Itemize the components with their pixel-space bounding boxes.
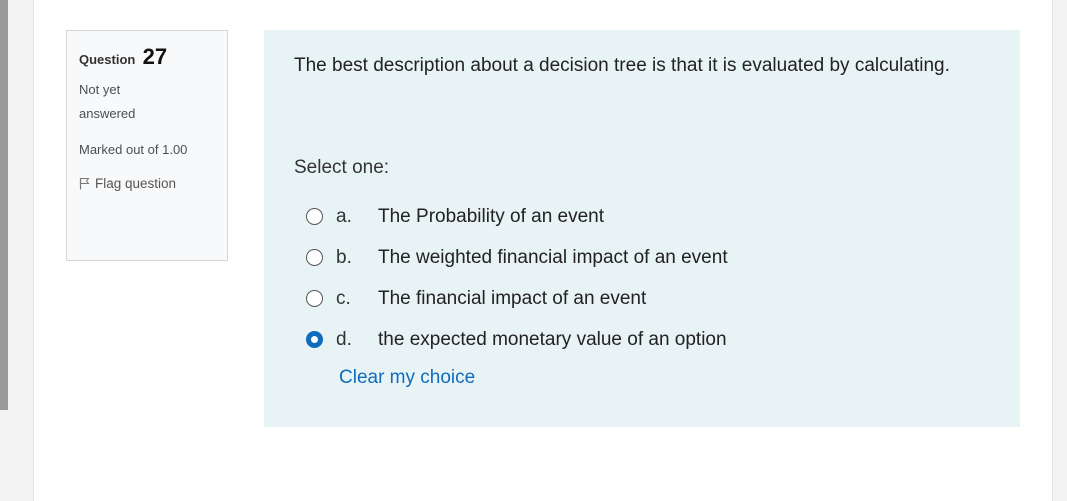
answer-option-b[interactable]: b. The weighted financial impact of an e… [306,237,728,278]
answer-prompt: Select one: [294,157,390,178]
question-text: The best description about a decision tr… [294,55,950,76]
answer-option-c[interactable]: c. The financial impact of an event [306,278,728,319]
question-grade: Marked out of 1.00 [79,142,188,157]
clear-choice-link[interactable]: Clear my choice [339,367,475,389]
question-info: Question 27 Not yet answered Marked out … [66,30,228,261]
question-number: Question 27 [79,43,215,74]
option-letter: a. [336,205,352,227]
flag-question-label: Flag question [95,176,177,191]
answer-options: a. The Probability of an event b. The we… [306,196,728,360]
scrollbar-thumb[interactable] [0,0,8,410]
radio-button[interactable] [306,290,323,307]
question-state: Not yet answered [79,82,136,121]
option-text: The financial impact of an event [378,287,647,309]
radio-button[interactable] [306,208,323,225]
flag-icon [79,177,90,190]
option-letter: b. [336,246,352,268]
option-text: The weighted financial impact of an even… [378,246,728,268]
radio-button[interactable] [306,249,323,266]
radio-button[interactable] [306,331,323,348]
option-letter: c. [336,287,351,309]
answer-option-d[interactable]: d. the expected monetary value of an opt… [306,319,728,360]
option-text: the expected monetary value of an option [378,328,727,350]
question-number-value: 27 [142,44,168,69]
question-label: Question [79,52,136,67]
answer-option-a[interactable]: a. The Probability of an event [306,196,728,237]
question-formulation: The best description about a decision tr… [264,30,1020,427]
option-text: The Probability of an event [378,205,605,227]
flag-question-link[interactable]: Flag question [79,176,215,191]
option-letter: d. [336,328,352,350]
